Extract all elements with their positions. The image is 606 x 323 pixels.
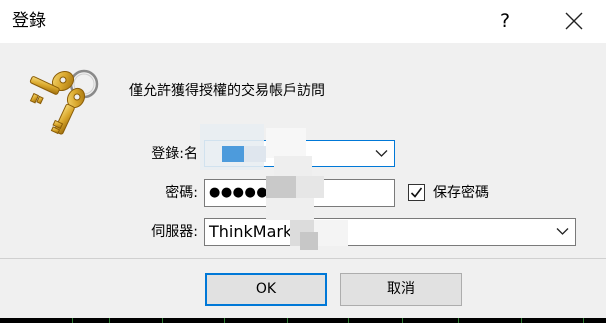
password-label: 密碼:: [165, 185, 198, 201]
close-button[interactable]: [556, 5, 592, 37]
server-value: ThinkMarke: [209, 222, 302, 241]
cancel-button[interactable]: 取消: [340, 273, 462, 306]
checkmark-icon: [410, 187, 423, 198]
login-label: 登錄:名: [151, 146, 198, 162]
background-strip: [0, 318, 606, 323]
password-value: ●●●●●●: [209, 185, 281, 200]
help-button[interactable]: ?: [488, 5, 522, 37]
keys-icon: [29, 69, 99, 135]
close-icon: [565, 12, 583, 30]
save-password-label: 保存密碼: [433, 185, 489, 201]
ok-button[interactable]: OK: [205, 273, 327, 306]
window-title: 登錄: [12, 11, 46, 31]
checkbox-box[interactable]: [408, 184, 425, 201]
title-bar: 登錄 ?: [0, 0, 606, 43]
chevron-down-icon[interactable]: [556, 227, 569, 236]
button-separator: [0, 258, 606, 259]
server-label: 伺服器:: [151, 224, 198, 240]
chevron-down-icon[interactable]: [375, 149, 388, 158]
password-field[interactable]: ●●●●●●: [204, 179, 395, 207]
server-combobox[interactable]: ThinkMarke: [204, 218, 576, 246]
login-combobox[interactable]: [204, 140, 395, 167]
intro-text: 僅允許獲得授權的交易帳戶訪問: [129, 83, 325, 99]
